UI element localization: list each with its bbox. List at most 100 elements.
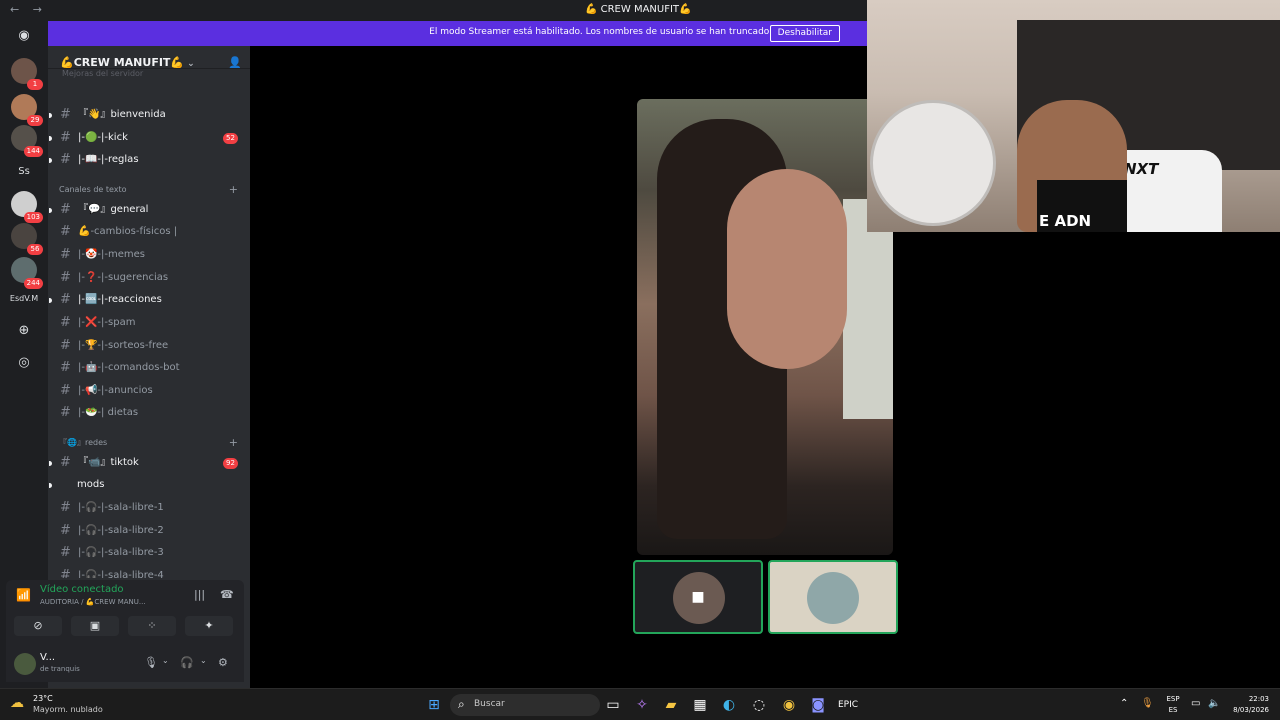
copilot-icon[interactable]: ✧ xyxy=(633,696,651,714)
channel-label: 『👋』bienvenida xyxy=(78,109,166,120)
mention-badge: 29 xyxy=(27,115,43,126)
channel-label: |-🟢-|-kick xyxy=(78,132,128,143)
voice-channel-sala-libre-1[interactable]: # |-🎧-|-sala-libre-1 xyxy=(48,498,250,518)
server-esdvm[interactable]: EsdV.M xyxy=(0,294,48,303)
voice-channel-sala-libre-4[interactable]: # |-🎧-|-sala-libre-4 xyxy=(48,566,250,578)
voice-status[interactable]: Vídeo conectado xyxy=(40,584,124,595)
channel-tiktok[interactable]: # 『📹』tiktok 92 xyxy=(48,453,250,473)
hash-icon: # xyxy=(60,107,71,122)
back-arrow-icon[interactable]: ← xyxy=(10,3,19,16)
system-clock[interactable]: 22:03 8/03/2026 xyxy=(1225,694,1269,716)
noise-suppression-icon[interactable]: ||| xyxy=(194,588,205,601)
channel-reacciones[interactable]: # |-🆒-|-reacciones xyxy=(48,290,250,310)
weather-temperature[interactable]: 23°C xyxy=(33,694,53,703)
volume-icon[interactable]: 🔈 xyxy=(1208,698,1220,709)
server-avatar-5[interactable]: 56 xyxy=(11,223,43,255)
unread-indicator xyxy=(49,113,52,118)
category-text-channels[interactable]: Canales de texto + xyxy=(48,182,250,198)
windows-start-icon[interactable]: ⊞ xyxy=(425,696,443,714)
desk-fan xyxy=(870,100,996,226)
app-icon[interactable]: ◌ xyxy=(750,696,768,714)
username[interactable]: V... xyxy=(40,652,55,663)
microphone-icon[interactable]: 🎙 xyxy=(144,656,158,669)
unread-indicator xyxy=(49,298,52,303)
channel-mods[interactable]: mods xyxy=(48,475,250,495)
channel-reglas[interactable]: # |-📖-|-reglas xyxy=(48,150,250,170)
channel-sorteos-free[interactable]: # |-🏆-|-sorteos-free xyxy=(48,336,250,356)
channel-label: |-❓-|-sugerencias xyxy=(78,272,169,283)
chevron-up-icon[interactable]: ⌃ xyxy=(1120,698,1128,709)
channel-dietas[interactable]: # |-🥗-| dietas xyxy=(48,403,250,423)
discord-home-icon[interactable]: ◉ xyxy=(16,28,32,44)
edge-browser-icon[interactable]: ◐ xyxy=(720,696,738,714)
voice-channel-sala-libre-2[interactable]: # |-🎧-|-sala-libre-2 xyxy=(48,521,250,541)
camera-off-button[interactable]: ⊘ xyxy=(14,616,62,636)
activities-button[interactable]: ⁘ xyxy=(128,616,176,636)
create-channel-icon[interactable]: + xyxy=(229,182,238,198)
weather-description[interactable]: Mayorm. nublado xyxy=(33,705,103,714)
explore-servers-icon[interactable]: ◎ xyxy=(16,355,32,371)
category-label: Canales de texto xyxy=(59,185,127,194)
share-screen-button[interactable]: ▣ xyxy=(71,616,119,636)
channel-memes[interactable]: # |-🤡-|-memes xyxy=(48,245,250,265)
user-status[interactable]: de tranquis xyxy=(40,665,80,673)
add-server-icon[interactable]: ⊕ xyxy=(16,323,32,339)
channel-bienvenida[interactable]: # 『👋』bienvenida xyxy=(48,105,250,125)
forward-arrow-icon[interactable]: → xyxy=(33,3,42,16)
category-redes[interactable]: 『🌐』redes + xyxy=(48,435,250,451)
mention-badge: 56 xyxy=(27,244,43,255)
channel-label: 『📹』tiktok xyxy=(78,457,139,468)
hash-icon: # xyxy=(60,500,71,515)
channel-general[interactable]: # 『💬』general xyxy=(48,200,250,220)
participant-tile-2[interactable] xyxy=(768,560,898,634)
chrome-icon[interactable]: ◉ xyxy=(780,696,798,714)
channel-spam[interactable]: # |-❌-|-spam xyxy=(48,313,250,333)
network-icon[interactable]: ▭ xyxy=(1191,698,1200,709)
voice-channel-sala-libre-3[interactable]: # |-🎧-|-sala-libre-3 xyxy=(48,543,250,563)
hash-icon: # xyxy=(60,202,71,217)
channel-anuncios[interactable]: # |-📢-|-anuncios xyxy=(48,381,250,401)
video-background xyxy=(843,199,893,419)
server-avatar-3[interactable]: 144 xyxy=(11,125,43,157)
task-view-icon[interactable]: ▭ xyxy=(604,696,622,714)
voice-channel-path[interactable]: AUDITORIA / 💪CREW MANU... xyxy=(40,598,146,606)
channel-label: mods xyxy=(77,479,105,490)
channel-label: |-🎧-|-sala-libre-2 xyxy=(78,525,164,536)
chevron-down-icon[interactable]: ⌄ xyxy=(200,656,207,665)
disable-streamer-mode-button[interactable]: Deshabilitar xyxy=(769,25,840,42)
windows-taskbar: ☁ 23°C Mayorm. nublado ⊞ ⌕ Buscar ▭ ✧ ▰ … xyxy=(0,688,1280,720)
voice-connection-panel: 📶 Vídeo conectado AUDITORIA / 💪CREW MANU… xyxy=(6,580,244,645)
epic-games-icon[interactable]: EPIC xyxy=(838,696,858,714)
discord-taskbar-icon[interactable]: ◙ xyxy=(809,696,827,714)
channel-comandos-bot[interactable]: # |-🤖-|-comandos-bot xyxy=(48,358,250,378)
soundboard-button[interactable]: ✦ xyxy=(185,616,233,636)
invite-people-icon[interactable]: 👤 xyxy=(228,56,242,69)
channel-label: |-🎧-|-sala-libre-4 xyxy=(78,570,164,578)
server-avatar-6[interactable]: 244 xyxy=(11,257,43,289)
participant-avatar xyxy=(807,572,859,624)
server-avatar-2[interactable]: 29 xyxy=(11,94,43,126)
channel-cambios-fisicos[interactable]: # 💪-cambios-físicos | xyxy=(48,222,250,242)
server-ss[interactable]: Ss xyxy=(0,166,48,177)
server-avatar-4[interactable]: 103 xyxy=(11,191,43,223)
settings-gear-icon[interactable]: ⚙ xyxy=(218,656,228,669)
disconnect-icon[interactable]: ☎ xyxy=(220,588,234,601)
weather-icon[interactable]: ☁ xyxy=(10,695,24,711)
create-channel-icon[interactable]: + xyxy=(229,435,238,451)
server-avatar-1[interactable]: 1 xyxy=(11,58,43,90)
microsoft-store-icon[interactable]: ▦ xyxy=(691,696,709,714)
participant-tile-1[interactable]: ■ xyxy=(633,560,763,634)
headphones-icon[interactable]: 🎧 xyxy=(180,656,194,669)
channel-sugerencias[interactable]: # |-❓-|-sugerencias xyxy=(48,268,250,288)
main-video-tile[interactable] xyxy=(637,99,893,555)
taskbar-search[interactable]: ⌕ Buscar xyxy=(450,694,600,716)
keyboard-layout: ES xyxy=(1168,706,1178,714)
file-explorer-icon[interactable]: ▰ xyxy=(662,696,680,714)
hash-icon: # xyxy=(60,455,71,470)
microphone-in-use-icon[interactable]: 🎙 xyxy=(1141,698,1154,709)
chevron-down-icon[interactable]: ⌄ xyxy=(162,656,169,665)
channel-kick[interactable]: # |-🟢-|-kick 52 xyxy=(48,128,250,148)
keyboard-language[interactable]: ESP ES xyxy=(1164,694,1182,716)
mention-badge: 103 xyxy=(23,212,43,223)
avatar[interactable] xyxy=(14,653,36,675)
